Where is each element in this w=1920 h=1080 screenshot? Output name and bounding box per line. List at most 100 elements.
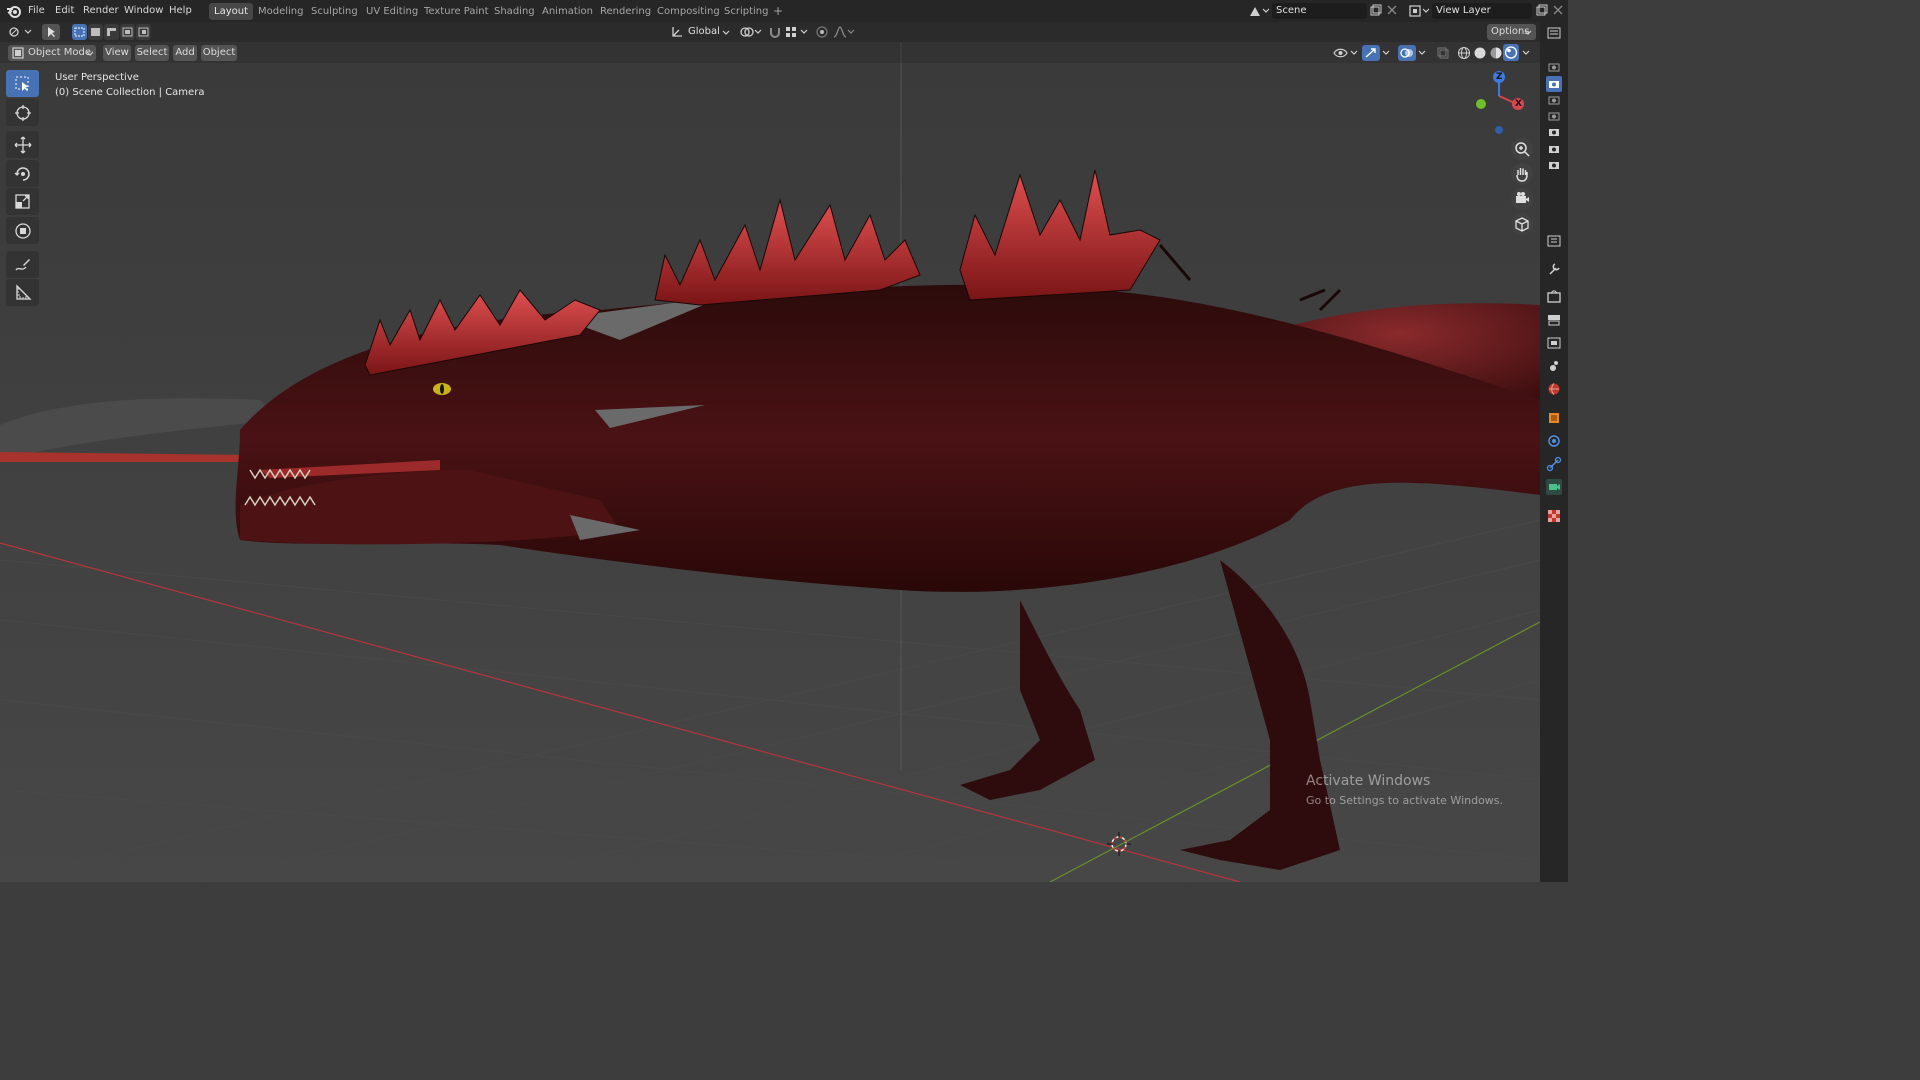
shading-material[interactable] [1489,45,1503,61]
falloff-curve-icon [833,26,855,38]
menu-view[interactable]: View [103,45,131,61]
menu-window[interactable]: Window [124,4,163,18]
camera-icon[interactable] [1546,157,1562,173]
scene-selector[interactable]: Scene [1246,3,1398,19]
rotate-tool[interactable] [6,160,39,187]
camera-icon[interactable] [1546,92,1562,108]
tab-shading[interactable]: Shading [489,3,540,20]
shading-solid[interactable] [1473,45,1487,61]
render-properties-icon[interactable] [1546,289,1562,305]
proportional-falloff-dropdown[interactable] [832,24,856,40]
shading-rendered[interactable] [1503,44,1519,61]
duplicate-scene-icon[interactable] [1370,4,1382,16]
scene-icon [1248,4,1270,18]
tab-texture-paint[interactable]: Texture Paint [419,3,494,20]
camera-icon[interactable] [1546,108,1562,124]
menu-add[interactable]: Add [173,45,197,61]
menu-select[interactable]: Select [135,45,169,61]
menu-edit[interactable]: Edit [55,4,74,18]
view-layer-icon [1408,4,1430,18]
activate-windows-title: Activate Windows [1306,773,1431,789]
pivot-point-dropdown[interactable] [738,24,764,40]
collection-visibility-icon[interactable] [1546,59,1562,75]
tab-modeling[interactable]: Modeling [253,3,309,20]
data-icon[interactable] [1546,479,1562,495]
tab-scripting[interactable]: Scripting [719,3,773,20]
shading-wireframe[interactable] [1457,45,1471,61]
camera-view-button[interactable] [1511,188,1533,210]
mode-new-button[interactable] [72,24,87,40]
pan-button[interactable] [1511,163,1533,185]
viewport-header: Object Mode View Select Add Object [0,42,1540,63]
chevron-down-icon[interactable] [1417,45,1427,61]
mode-extend-button[interactable] [88,24,103,40]
snap-toggle[interactable] [768,24,782,40]
tool-properties-icon[interactable] [1546,261,1562,277]
scale-tool[interactable] [6,188,39,215]
camera-icon[interactable] [1546,124,1562,140]
add-workspace-button[interactable]: + [768,3,788,20]
chevron-down-icon[interactable] [1381,45,1391,61]
transform-tool[interactable] [6,217,39,244]
3d-viewport[interactable]: User Perspective (0) Scene Collection | … [0,42,1540,882]
pan-hand-icon [1516,168,1528,182]
tab-sculpting[interactable]: Sculpting [306,3,363,20]
close-icon[interactable] [1386,4,1398,16]
constraints-icon[interactable] [1546,456,1562,472]
close-icon[interactable] [1552,4,1564,16]
cursor-tool[interactable] [6,99,39,126]
mode-subtract-button[interactable] [104,24,119,40]
menu-help[interactable]: Help [169,4,192,18]
physics-icon[interactable] [1546,433,1562,449]
overlays-toggle[interactable] [1398,45,1416,61]
blender-logo-icon[interactable] [6,3,22,19]
ortho-toggle-button[interactable] [1511,213,1533,235]
select-tool-button[interactable] [42,24,60,40]
options-button[interactable]: Options [1487,24,1536,40]
measure-tool[interactable] [6,279,39,306]
material-sphere-icon [1490,47,1502,59]
editor-header: Global Options [0,22,1540,42]
output-properties-icon[interactable] [1546,312,1562,328]
tab-animation[interactable]: Animation [537,3,598,20]
transform-orientation-dropdown[interactable]: Global [668,24,732,40]
select-subtract-icon [107,28,116,36]
active-camera-icon[interactable] [1546,76,1562,92]
duplicate-view-layer-icon[interactable] [1536,4,1548,16]
navigation-gizmo[interactable]: Z X [1466,68,1536,138]
visibility-dropdown[interactable] [1332,45,1360,61]
tab-compositing[interactable]: Compositing [652,3,725,20]
editor-type-button[interactable] [8,25,34,39]
proportional-edit-icon [816,26,828,38]
gizmo-x-label: X [1515,99,1522,109]
select-box-tool[interactable] [6,70,39,97]
mode-intersect-button[interactable] [136,24,151,40]
move-tool[interactable] [6,131,39,158]
select-extend-icon [91,28,100,36]
tab-layout[interactable]: Layout [209,3,253,20]
editor-type-properties-icon[interactable] [1546,233,1562,249]
chevron-down-icon[interactable] [1521,45,1531,61]
scale-icon [15,194,30,209]
menu-render[interactable]: Render [83,4,119,18]
menu-file[interactable]: File [28,4,45,18]
object-properties-icon[interactable] [1546,410,1562,426]
proportional-edit-toggle[interactable] [815,24,829,40]
mode-invert-button[interactable] [120,24,135,40]
scene-properties-icon[interactable] [1546,358,1562,374]
tab-uv-editing[interactable]: UV Editing [361,3,423,20]
gizmo-toggle[interactable] [1362,45,1380,61]
tab-rendering[interactable]: Rendering [595,3,656,20]
zoom-button[interactable] [1511,138,1533,160]
annotate-tool[interactable] [6,251,39,278]
outliner-icon[interactable] [1546,25,1562,41]
menu-object[interactable]: Object [201,45,237,61]
material-icon[interactable] [1546,508,1562,524]
camera-icon[interactable] [1546,141,1562,157]
snap-target-dropdown[interactable] [784,24,810,40]
view-layer-icon[interactable] [1546,335,1562,351]
view-layer-selector[interactable]: View Layer [1406,3,1566,19]
world-properties-icon[interactable] [1546,381,1562,397]
mode-dropdown[interactable]: Object Mode [8,45,96,61]
xray-toggle[interactable] [1436,45,1450,61]
